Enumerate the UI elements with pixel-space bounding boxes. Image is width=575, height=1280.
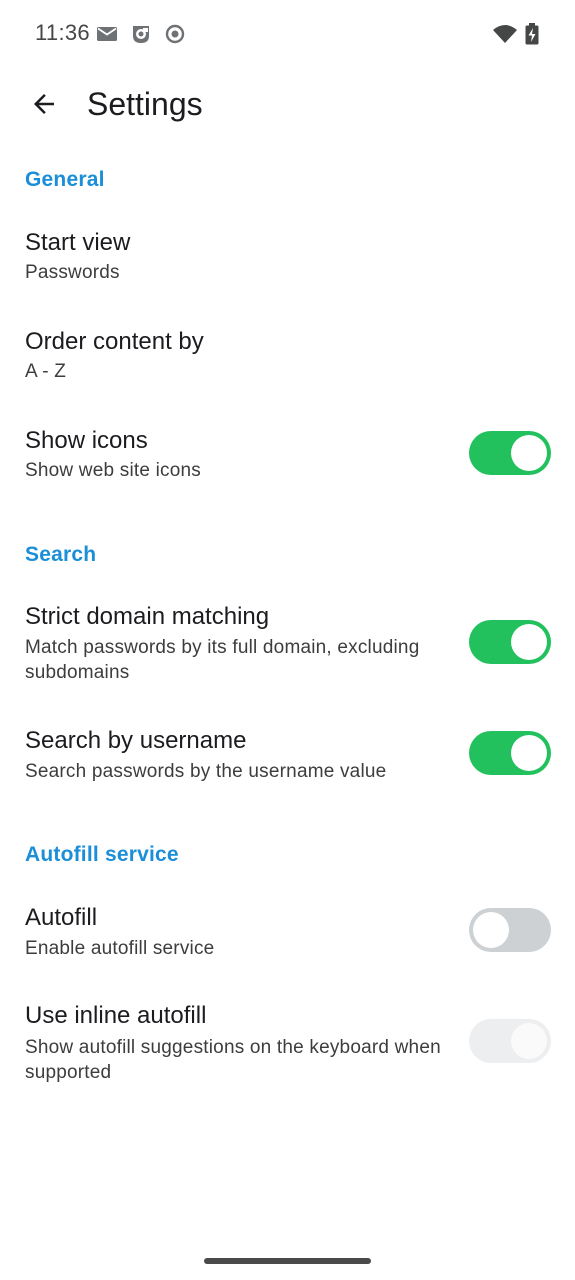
app-bar: Settings <box>0 68 575 144</box>
mail-icon <box>95 22 119 46</box>
pref-title: Autofill <box>25 904 98 931</box>
strict-domain-switch[interactable] <box>469 620 551 664</box>
pref-start-view[interactable]: Start view Passwords <box>0 212 575 308</box>
pref-summary: Search passwords by the username value <box>25 761 387 782</box>
switch-thumb <box>511 624 547 660</box>
record-icon <box>163 22 187 46</box>
battery-charging-icon <box>524 22 540 46</box>
switch-thumb <box>473 912 509 948</box>
pref-summary: Show autofill suggestions on the keyboar… <box>25 1037 441 1083</box>
inline-autofill-switch[interactable] <box>469 1019 551 1063</box>
switch-thumb <box>511 435 547 471</box>
switch-thumb <box>511 735 547 771</box>
pref-summary: Show web site icons <box>25 460 201 481</box>
pref-title: Search by username <box>25 727 247 754</box>
pref-strict-domain[interactable]: Strict domain matching Match passwords b… <box>0 588 575 703</box>
section-header-general: General <box>25 168 105 191</box>
pref-autofill[interactable]: Autofill Enable autofill service <box>0 887 575 983</box>
page-title: Settings <box>87 86 203 122</box>
pref-title: Order content by <box>25 328 204 355</box>
wifi-icon <box>492 22 517 46</box>
status-time: 11:36 <box>35 20 90 45</box>
pref-search-username[interactable]: Search by username Search passwords by t… <box>0 710 575 806</box>
status-bar: 11:36 <box>0 0 575 68</box>
app-notification-icon <box>129 22 153 46</box>
pref-title: Use inline autofill <box>25 1002 207 1029</box>
section-header-search: Search <box>25 543 97 566</box>
gesture-nav-handle[interactable] <box>204 1258 371 1264</box>
pref-title: Show icons <box>25 427 148 454</box>
switch-thumb <box>511 1023 547 1059</box>
show-icons-switch[interactable] <box>469 431 551 475</box>
search-username-switch[interactable] <box>469 731 551 775</box>
section-header-autofill: Autofill service <box>25 843 179 866</box>
pref-summary: Match passwords by its full domain, excl… <box>25 637 420 683</box>
pref-inline-autofill[interactable]: Use inline autofill Show autofill sugges… <box>0 987 575 1097</box>
pref-show-icons[interactable]: Show icons Show web site icons <box>0 410 575 506</box>
pref-summary: A - Z <box>25 361 67 382</box>
pref-summary: Passwords <box>25 262 120 283</box>
pref-title: Start view <box>25 229 131 256</box>
pref-summary: Enable autofill service <box>25 938 215 959</box>
arrow-back-icon <box>29 89 59 124</box>
autofill-switch[interactable] <box>469 908 551 952</box>
back-button[interactable] <box>20 82 68 130</box>
pref-title: Strict domain matching <box>25 603 270 630</box>
pref-order-content[interactable]: Order content by A - Z <box>0 311 575 407</box>
